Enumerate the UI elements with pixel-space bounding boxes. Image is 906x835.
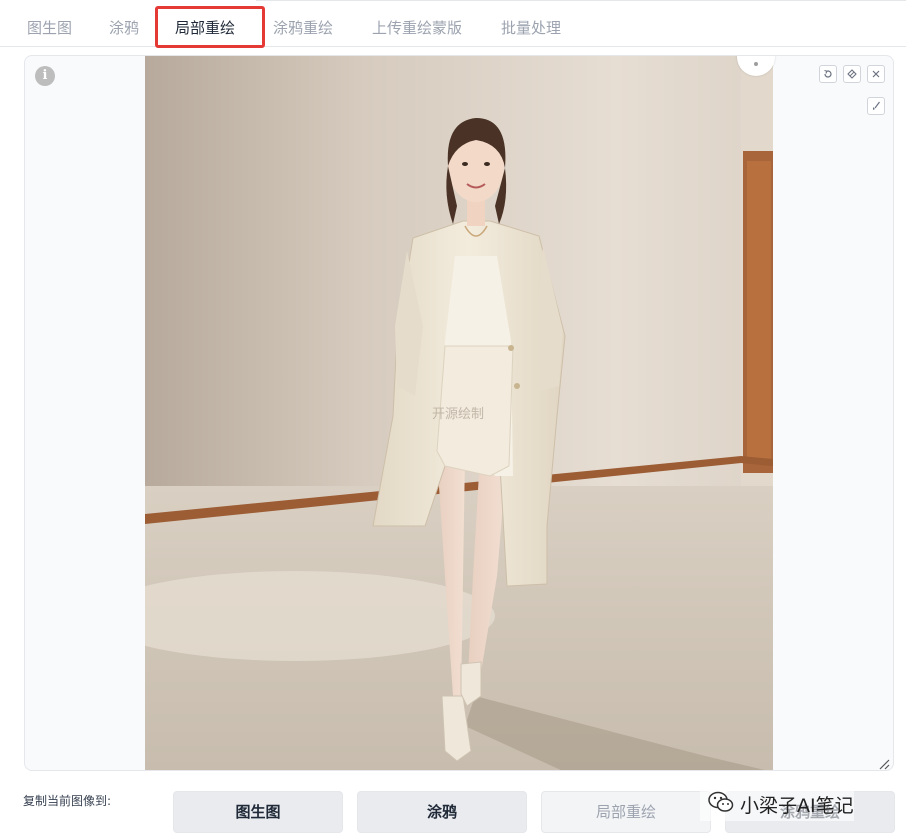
inpaint-canvas[interactable]: i 开源绘制: [24, 55, 894, 771]
copy-to-img2img-button[interactable]: 图生图: [173, 791, 343, 833]
tab-img2img[interactable]: 图生图: [27, 17, 72, 38]
eraser-icon[interactable]: [843, 65, 861, 83]
info-icon[interactable]: i: [35, 66, 55, 86]
tab-bar: 图生图 涂鸦 局部重绘 涂鸦重绘 上传重绘蒙版 批量处理: [0, 0, 906, 48]
close-icon[interactable]: [867, 65, 885, 83]
author-watermark: 小梁子AI笔记: [700, 791, 854, 821]
brush-icon[interactable]: [867, 97, 885, 115]
uploaded-image[interactable]: 开源绘制: [145, 56, 773, 770]
tab-inpaint-upload[interactable]: 上传重绘蒙版: [372, 17, 462, 38]
resize-handle-icon[interactable]: [878, 755, 890, 770]
tab-sketch[interactable]: 涂鸦: [109, 17, 139, 38]
copy-to-label: 复制当前图像到:: [23, 794, 112, 808]
tab-batch[interactable]: 批量处理: [501, 17, 561, 38]
wechat-icon: [708, 791, 734, 822]
tab-inpaint-sketch[interactable]: 涂鸦重绘: [273, 17, 333, 38]
watermark-text: 小梁子AI笔记: [740, 795, 854, 817]
copy-to-inpaint-button[interactable]: 局部重绘: [541, 791, 711, 833]
tab-inpaint[interactable]: 局部重绘: [175, 17, 235, 38]
tab-bar-top-line: [256, 0, 906, 1]
image-watermark-text: 开源绘制: [432, 406, 484, 421]
undo-icon[interactable]: [819, 65, 837, 83]
photo-drawing: 开源绘制: [145, 56, 773, 770]
copy-to-sketch-button[interactable]: 涂鸦: [357, 791, 527, 833]
